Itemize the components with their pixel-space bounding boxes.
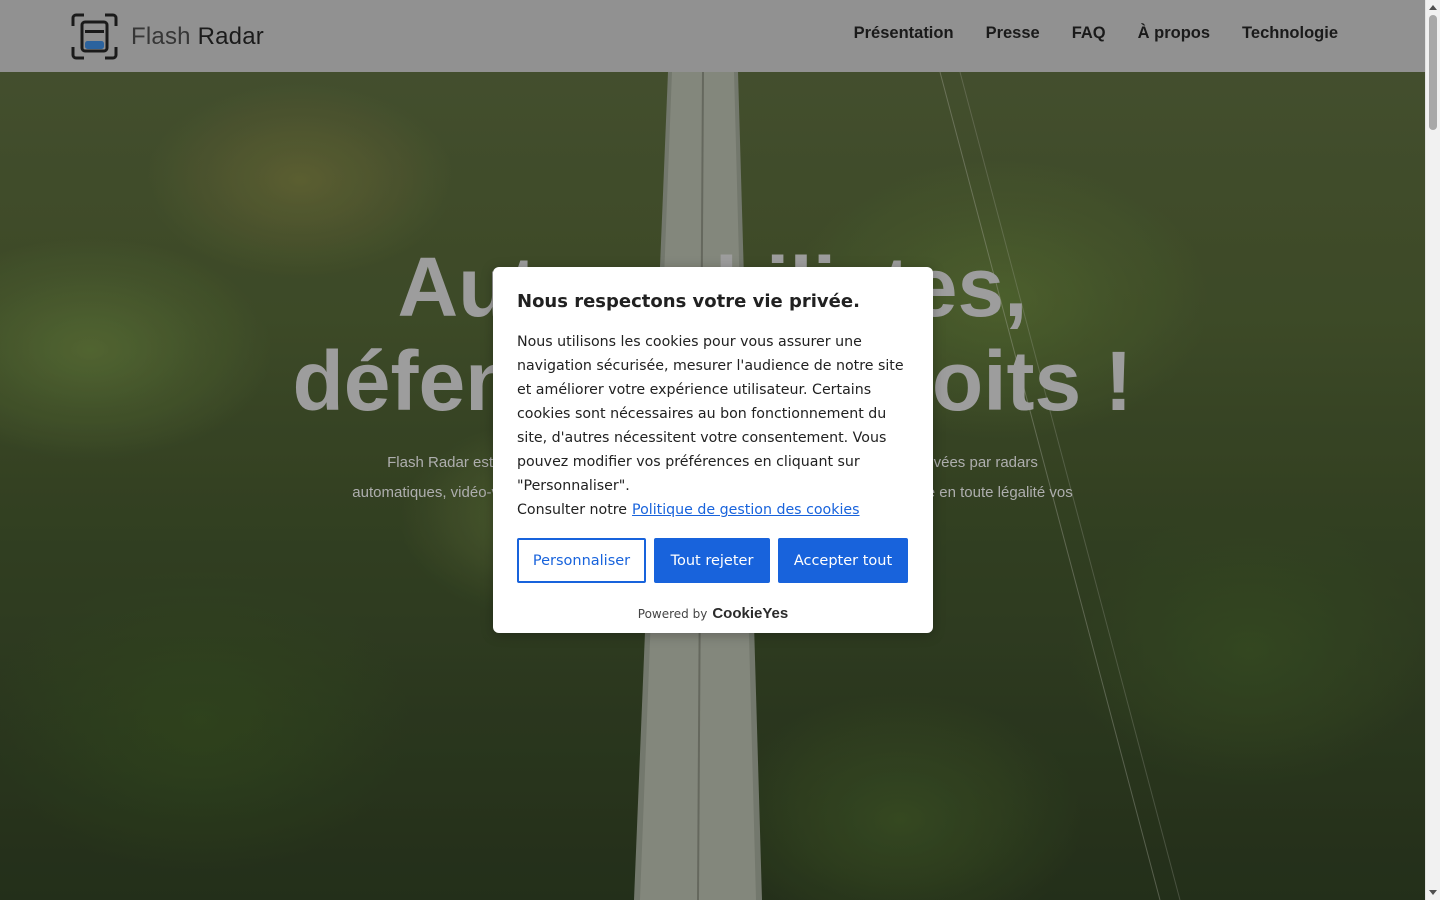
scroll-up-arrow-icon[interactable] <box>1429 5 1437 10</box>
powered-by-label: Powered by <box>637 607 708 621</box>
cookie-policy-line: Consulter notre Politique de gestion des … <box>517 498 909 522</box>
cookie-description: Nous utilisons les cookies pour vous ass… <box>517 330 909 522</box>
scroll-down-arrow-icon[interactable] <box>1429 890 1437 895</box>
powered-by: Powered by CookieYes <box>517 605 909 622</box>
cookie-policy-prefix: Consulter notre <box>517 502 628 518</box>
reject-all-button[interactable]: Tout rejeter <box>654 538 770 583</box>
page-scrollbar[interactable] <box>1425 0 1440 900</box>
cookie-consent-modal: Nous respectons votre vie privée. Nous u… <box>493 267 933 633</box>
scroll-thumb[interactable] <box>1429 15 1437 130</box>
cookie-buttons: Personnaliser Tout rejeter Accepter tout <box>517 538 909 583</box>
page: Automobilistes, défendez vos droits ! Fl… <box>0 0 1425 900</box>
cookie-policy-link[interactable]: Politique de gestion des cookies <box>632 502 860 518</box>
accept-all-button[interactable]: Accepter tout <box>778 538 908 583</box>
cookie-body-text: Nous utilisons les cookies pour vous ass… <box>517 334 904 494</box>
customize-button[interactable]: Personnaliser <box>517 538 646 583</box>
cookieyes-logo[interactable]: CookieYes <box>712 605 788 622</box>
cookie-title: Nous respectons votre vie privée. <box>517 291 860 312</box>
